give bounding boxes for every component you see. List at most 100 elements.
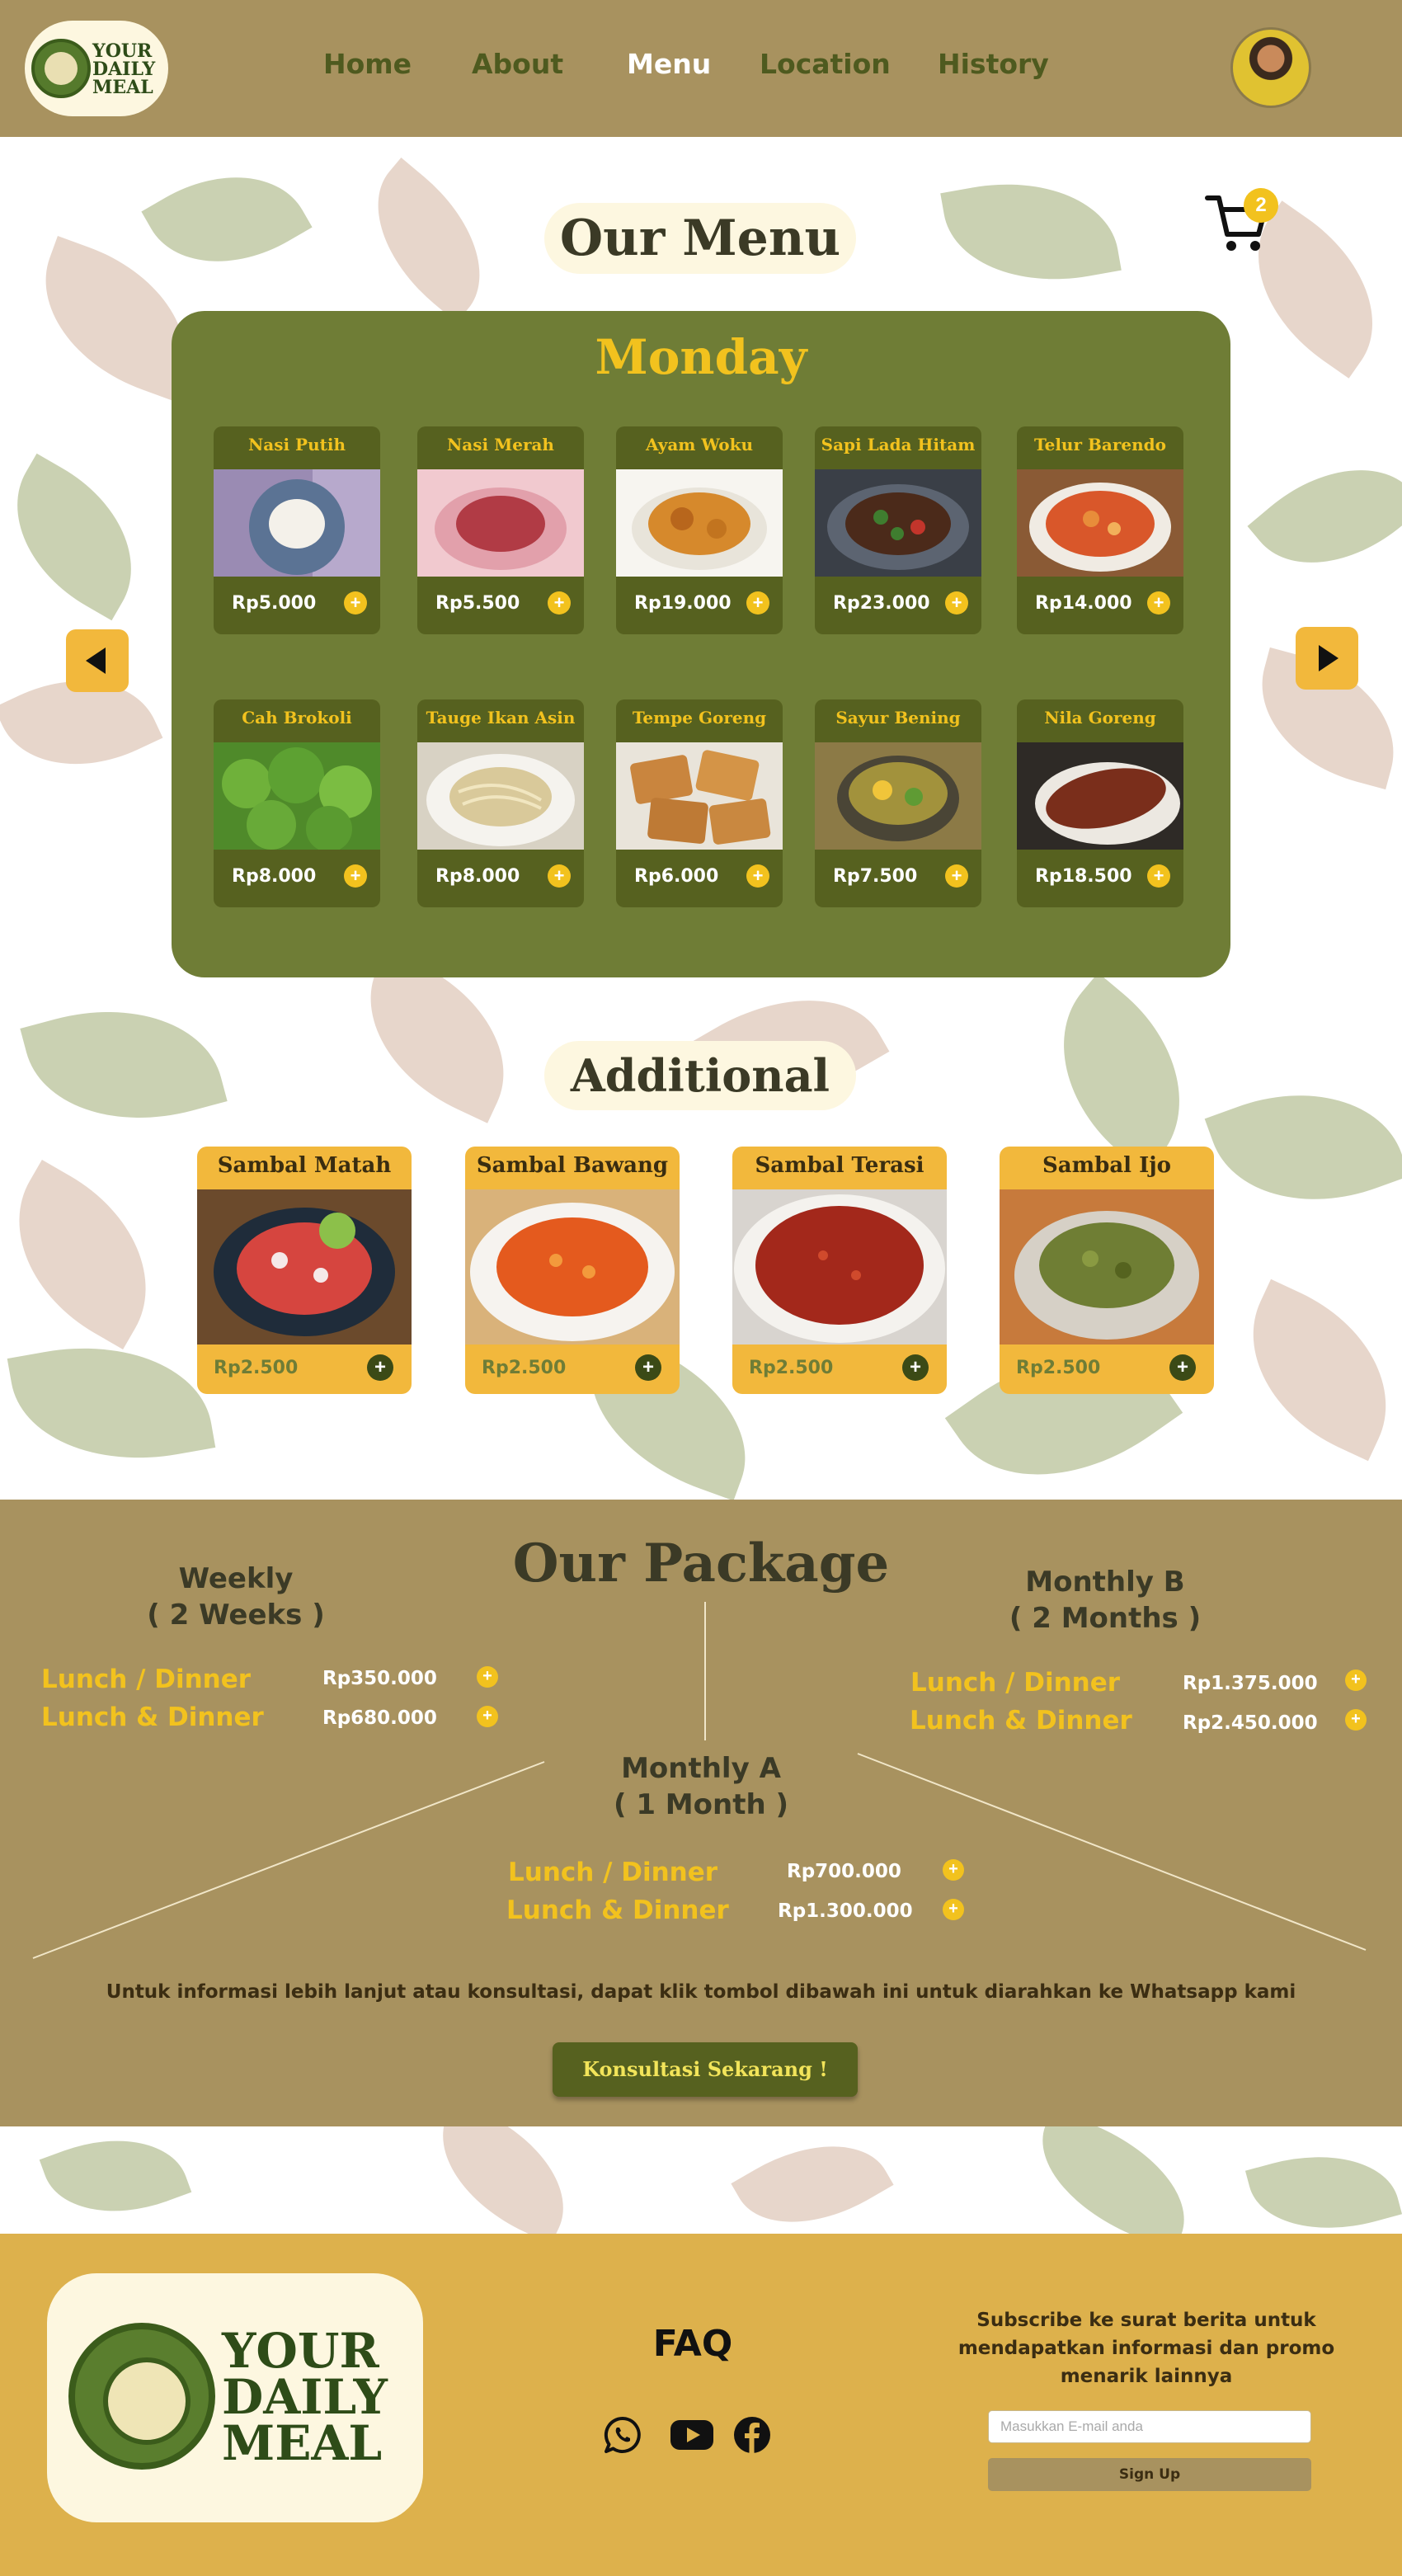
add-to-cart-button[interactable]: + xyxy=(746,864,769,888)
faq-link[interactable]: FAQ xyxy=(627,2323,759,2365)
add-to-cart-button[interactable]: + xyxy=(945,591,968,615)
consult-now-button[interactable]: Konsultasi Sekarang ! xyxy=(553,2042,858,2097)
nav-history[interactable]: History xyxy=(938,48,1049,80)
next-day-button[interactable] xyxy=(1296,627,1358,690)
sambal-card: Sambal Bawang Rp2.500 + xyxy=(465,1147,680,1394)
food-name: Nasi Putih xyxy=(247,435,346,454)
add-package-button[interactable]: + xyxy=(477,1706,498,1727)
package-option-price: Rp680.000 xyxy=(322,1707,437,1729)
add-to-cart-button[interactable]: + xyxy=(945,864,968,888)
add-to-cart-button[interactable]: + xyxy=(1169,1354,1196,1381)
package-monthly-b-title: Monthly B ( 2 Months ) xyxy=(1009,1566,1202,1635)
food-image xyxy=(214,469,380,577)
add-to-cart-button[interactable]: + xyxy=(548,591,571,615)
package-option-price: Rp1.375.000 xyxy=(1183,1673,1318,1694)
nav-home[interactable]: Home xyxy=(323,48,412,80)
additional-title: Additional xyxy=(544,1041,856,1110)
sambal-name: Sambal Bawang xyxy=(476,1153,669,1178)
package-option-label: Lunch & Dinner xyxy=(910,1706,1132,1735)
food-card: Sapi Lada Hitam Rp23.000 + xyxy=(815,426,981,634)
leaf-background-bottom xyxy=(0,2126,1402,2234)
package-option-price: Rp2.450.000 xyxy=(1183,1712,1318,1734)
food-card: Tempe Goreng Rp6.000 + xyxy=(616,699,783,907)
sambal-card: Sambal Ijo Rp2.500 + xyxy=(1000,1147,1214,1394)
package-option-label: Lunch & Dinner xyxy=(41,1702,264,1732)
food-name: Nasi Merah xyxy=(447,435,554,454)
package-option-label: Lunch / Dinner xyxy=(508,1858,718,1887)
food-image xyxy=(815,742,981,850)
whatsapp-icon[interactable] xyxy=(603,2415,642,2455)
food-price: Rp8.000 xyxy=(232,866,317,887)
food-price: Rp18.500 xyxy=(1035,866,1132,887)
sambal-image xyxy=(732,1189,947,1345)
add-to-cart-button[interactable]: + xyxy=(548,864,571,888)
sambal-image xyxy=(1000,1189,1214,1345)
add-to-cart-button[interactable]: + xyxy=(367,1354,393,1381)
food-price: Rp14.000 xyxy=(1035,593,1132,614)
nav-location[interactable]: Location xyxy=(760,48,891,80)
add-to-cart-button[interactable]: + xyxy=(344,864,367,888)
email-input[interactable] xyxy=(988,2410,1311,2443)
logo-text: YOUR DAILY MEAL xyxy=(222,2323,388,2471)
facebook-icon[interactable] xyxy=(732,2415,772,2455)
food-image xyxy=(214,742,380,850)
food-price: Rp6.000 xyxy=(634,866,719,887)
package-option-price: Rp350.000 xyxy=(322,1668,437,1689)
food-price: Rp5.500 xyxy=(435,593,520,614)
package-option-price: Rp1.300.000 xyxy=(778,1900,913,1922)
menu-title: Our Menu xyxy=(544,203,856,274)
sambal-card: Sambal Terasi Rp2.500 + xyxy=(732,1147,947,1394)
food-image xyxy=(417,742,584,850)
package-option-label: Lunch & Dinner xyxy=(506,1896,729,1925)
sambal-price: Rp2.500 xyxy=(214,1358,299,1378)
arrow-left-icon xyxy=(86,648,106,674)
food-price: Rp19.000 xyxy=(634,593,732,614)
add-package-button[interactable]: + xyxy=(477,1666,498,1688)
day-title: Monday xyxy=(595,329,807,385)
food-image xyxy=(616,742,783,850)
add-package-button[interactable]: + xyxy=(1345,1709,1367,1731)
food-name: Ayam Woku xyxy=(646,435,753,454)
food-price: Rp8.000 xyxy=(435,866,520,887)
food-price: Rp7.500 xyxy=(833,866,918,887)
add-to-cart-button[interactable]: + xyxy=(1147,591,1170,615)
signup-button[interactable]: Sign Up xyxy=(988,2458,1311,2491)
add-to-cart-button[interactable]: + xyxy=(344,591,367,615)
add-to-cart-button[interactable]: + xyxy=(902,1354,929,1381)
food-card: Sayur Bening Rp7.500 + xyxy=(815,699,981,907)
food-name: Sayur Bening xyxy=(835,708,961,728)
add-package-button[interactable]: + xyxy=(943,1899,964,1920)
food-price: Rp5.000 xyxy=(232,593,317,614)
package-info-text: Untuk informasi lebih lanjut atau konsul… xyxy=(106,1981,1296,2003)
add-to-cart-button[interactable]: + xyxy=(635,1354,661,1381)
package-option-label: Lunch / Dinner xyxy=(41,1665,252,1694)
add-package-button[interactable]: + xyxy=(943,1859,964,1881)
food-card: Nasi Merah Rp5.500 + xyxy=(417,426,584,634)
youtube-icon[interactable] xyxy=(669,2415,715,2455)
package-weekly-title: Weekly ( 2 Weeks ) xyxy=(147,1562,325,1632)
prev-day-button[interactable] xyxy=(66,629,129,692)
cart-count-badge: 2 xyxy=(1244,188,1278,223)
food-price: Rp23.000 xyxy=(833,593,930,614)
food-image xyxy=(1017,469,1183,577)
main-nav: Home About Menu Location History xyxy=(0,48,1402,89)
food-name: Cah Brokoli xyxy=(242,708,352,728)
nav-about[interactable]: About xyxy=(472,48,563,80)
site-footer: YOUR DAILY MEAL FAQ Subscribe ke surat b… xyxy=(0,2234,1402,2576)
package-section: Our Package Weekly ( 2 Weeks ) Lunch / D… xyxy=(0,1500,1402,2126)
add-package-button[interactable]: + xyxy=(1345,1669,1367,1691)
food-card: Nila Goreng Rp18.500 + xyxy=(1017,699,1183,907)
subscribe-text: Subscribe ke surat berita untuk mendapat… xyxy=(957,2310,1335,2387)
add-to-cart-button[interactable]: + xyxy=(746,591,769,615)
food-card: Cah Brokoli Rp8.000 + xyxy=(214,699,380,907)
user-avatar[interactable] xyxy=(1230,27,1311,108)
footer-logo[interactable]: YOUR DAILY MEAL xyxy=(47,2273,423,2522)
sambal-price: Rp2.500 xyxy=(1016,1358,1101,1378)
arrow-right-icon xyxy=(1319,645,1338,671)
sambal-name: Sambal Terasi xyxy=(755,1153,924,1178)
nav-menu[interactable]: Menu xyxy=(627,48,711,80)
add-to-cart-button[interactable]: + xyxy=(1147,864,1170,888)
package-monthly-a-title: Monthly A ( 1 Month ) xyxy=(613,1752,789,1821)
sambal-price: Rp2.500 xyxy=(749,1358,834,1378)
sambal-name: Sambal Matah xyxy=(217,1153,392,1178)
